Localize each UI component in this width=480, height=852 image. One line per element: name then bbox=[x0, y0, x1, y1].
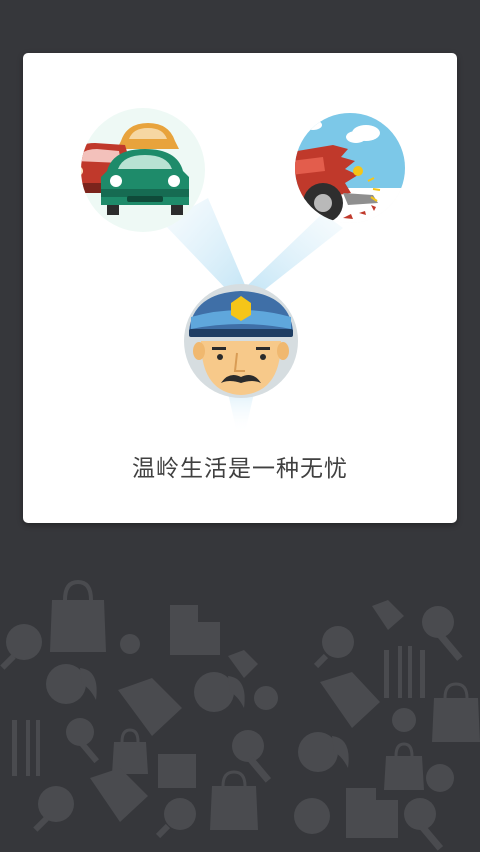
building-icon bbox=[346, 788, 398, 838]
price-tag-icon bbox=[228, 650, 258, 678]
cutlery-icon bbox=[12, 720, 40, 776]
microphone-icon bbox=[422, 606, 463, 661]
intro-card: 温岭生活是一种无忧 bbox=[23, 53, 457, 523]
price-tag-icon bbox=[320, 672, 380, 728]
price-tag-icon bbox=[372, 600, 404, 630]
person-head-icon bbox=[194, 672, 245, 712]
building-icon bbox=[158, 754, 196, 788]
person-head-icon bbox=[392, 708, 416, 732]
background-pattern bbox=[0, 579, 480, 851]
person-head-icon bbox=[298, 732, 349, 772]
microphone-icon bbox=[254, 686, 278, 710]
microphone-icon bbox=[120, 634, 140, 654]
car-traffic-icon bbox=[81, 108, 205, 232]
price-tag-icon bbox=[90, 768, 148, 822]
microphone-icon bbox=[66, 718, 100, 764]
microphone-icon bbox=[404, 798, 444, 851]
price-tag-icon bbox=[118, 678, 182, 736]
car-accident-icon bbox=[295, 113, 405, 223]
ping-pong-icon bbox=[0, 624, 42, 670]
shopping-bag-icon bbox=[50, 579, 106, 652]
intro-caption: 温岭生活是一种无忧 bbox=[132, 456, 348, 482]
person-head-icon bbox=[46, 664, 97, 704]
shopping-bag-icon bbox=[384, 742, 424, 790]
ping-pong-icon bbox=[313, 626, 354, 669]
microphone-icon bbox=[232, 730, 272, 783]
shopping-bag-icon bbox=[432, 682, 480, 742]
building-icon bbox=[170, 605, 220, 655]
ping-pong-icon bbox=[155, 798, 196, 839]
person-head-icon bbox=[426, 764, 454, 792]
ping-pong-icon bbox=[33, 786, 74, 832]
illustration bbox=[81, 108, 405, 433]
traffic-police-icon bbox=[184, 284, 298, 398]
ping-pong-icon bbox=[294, 798, 330, 834]
cutlery-icon bbox=[384, 646, 425, 698]
shopping-bag-icon bbox=[210, 770, 258, 830]
shopping-bag-icon bbox=[112, 728, 148, 774]
